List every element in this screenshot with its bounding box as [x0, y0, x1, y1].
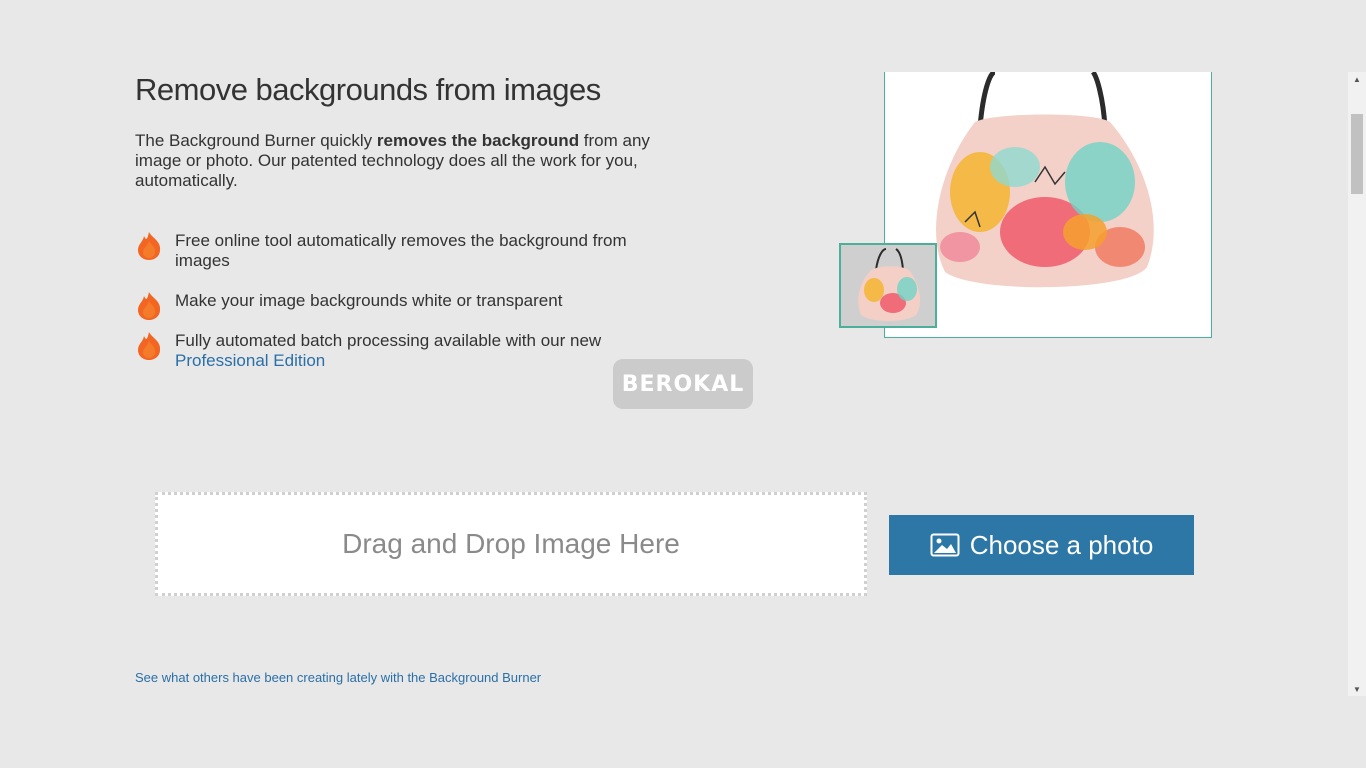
scroll-up-arrow[interactable]: ▲ [1348, 72, 1366, 86]
feature-text: Free online tool automatically removes t… [175, 231, 627, 270]
feature-item: Fully automated batch processing availab… [135, 331, 675, 371]
intro-text: The Background Burner quickly removes th… [135, 131, 695, 191]
feature-text: Make your image backgrounds white or tra… [175, 291, 563, 310]
feature-list: Free online tool automatically removes t… [135, 231, 675, 391]
preview-original-thumbnail[interactable] [839, 243, 937, 328]
feature-item: Make your image backgrounds white or tra… [135, 291, 675, 320]
page-title: Remove backgrounds from images [135, 72, 601, 107]
scrollbar[interactable]: ▲ ▼ [1348, 72, 1366, 696]
feature-text: Fully automated batch processing availab… [175, 331, 602, 350]
flame-icon [138, 292, 161, 320]
feature-item: Free online tool automatically removes t… [135, 231, 675, 271]
watermark: BEROKAL [613, 359, 753, 409]
intro-bold: removes the background [376, 131, 580, 150]
choose-photo-button[interactable]: Choose a photo [889, 515, 1194, 575]
intro-part-1: The Background Burner quickly [135, 131, 377, 150]
flame-icon [138, 332, 161, 360]
dropzone-label: Drag and Drop Image Here [342, 528, 680, 559]
drag-drop-zone[interactable]: Drag and Drop Image Here [155, 492, 867, 596]
scroll-thumb[interactable] [1351, 114, 1363, 194]
handbag-thumbnail-image [841, 245, 935, 326]
see-others-link[interactable]: See what others have been creating latel… [135, 670, 541, 685]
choose-photo-label: Choose a photo [969, 529, 1154, 560]
flame-icon [138, 232, 161, 260]
professional-edition-link[interactable]: Professional Edition [175, 351, 325, 370]
scroll-down-arrow[interactable]: ▼ [1348, 682, 1366, 696]
image-icon [930, 533, 960, 557]
